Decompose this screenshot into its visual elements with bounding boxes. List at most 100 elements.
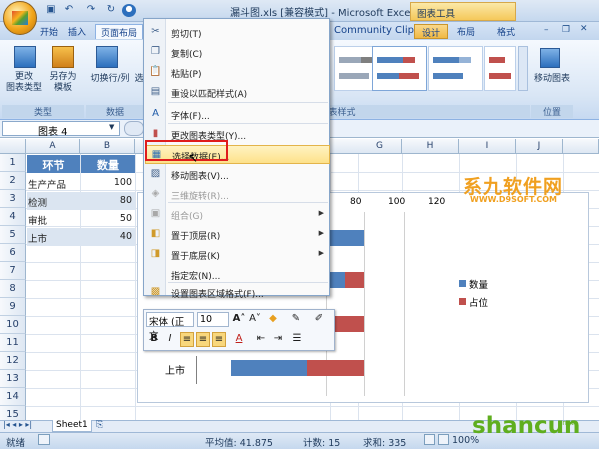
line-color-icon[interactable]: ✎ xyxy=(289,312,303,327)
switch-row-column-button[interactable]: 切换行/列 xyxy=(87,74,133,85)
fill-color-icon[interactable]: ◆ xyxy=(266,312,280,327)
col-header-h[interactable]: H xyxy=(402,139,459,154)
font-name-box[interactable]: 宋体 (正文 xyxy=(146,312,194,342)
row-header-11[interactable]: 11 xyxy=(0,334,26,352)
undo-icon[interactable]: ↶ xyxy=(62,4,76,17)
row-header-6[interactable]: 6 xyxy=(0,244,26,262)
menu-item-11[interactable]: ◨ 置于底层(K) ▶ xyxy=(145,245,330,264)
group-type-label: 类型 xyxy=(2,105,84,118)
row-header-1[interactable]: 1 xyxy=(0,154,26,172)
decrease-indent-icon[interactable]: ⇤ xyxy=(254,332,268,347)
menu-item-0[interactable]: ✂ 剪切(T) xyxy=(145,23,330,42)
col-header-a[interactable]: A xyxy=(26,139,80,154)
row-header-4[interactable]: 4 xyxy=(0,208,26,226)
row-header-7[interactable]: 7 xyxy=(0,262,26,280)
reset-style-icon: ▤ xyxy=(150,86,161,97)
font-size-box[interactable]: 10 xyxy=(197,312,229,327)
redo-icon[interactable]: ↷ xyxy=(84,4,98,17)
mouse-cursor-icon: ↖ xyxy=(188,151,199,165)
record-icon[interactable]: ● xyxy=(122,4,136,17)
increase-indent-icon[interactable]: ⇥ xyxy=(271,332,285,347)
menu-item-9[interactable]: ▣ 组合(G) ▶ xyxy=(145,205,330,224)
col-header-b[interactable]: B xyxy=(80,139,135,154)
save-icon[interactable]: ▣ xyxy=(44,4,58,17)
cell-a3[interactable]: 检测 xyxy=(28,192,80,210)
name-box[interactable]: 图表 4 xyxy=(2,121,120,138)
tab-insert[interactable]: 插入 xyxy=(68,25,86,40)
col-header-j[interactable]: J xyxy=(516,139,563,154)
col-header-g-label[interactable]: G xyxy=(358,139,402,154)
cell-b3[interactable]: 80 xyxy=(81,192,134,210)
menu-item-label: 复制(C) xyxy=(171,50,203,60)
menu-item-4[interactable]: A 字体(F)... xyxy=(145,105,330,124)
font-color-icon[interactable]: A xyxy=(232,332,246,347)
cell-b2[interactable]: 100 xyxy=(81,174,134,192)
repeat-icon[interactable]: ↻ xyxy=(104,4,118,17)
minimize-icon[interactable]: – xyxy=(544,25,549,35)
cell-b5[interactable]: 40 xyxy=(81,228,134,246)
shrink-font-icon[interactable]: A˅ xyxy=(248,312,262,327)
cell-a2[interactable]: 生产产品 xyxy=(28,174,80,192)
chart-style-thumb-4[interactable] xyxy=(484,46,516,91)
close-icon[interactable]: ✕ xyxy=(580,24,588,34)
italic-icon[interactable]: I xyxy=(163,332,177,347)
chevron-down-icon[interactable]: ▼ xyxy=(109,123,114,131)
col-header-i[interactable]: I xyxy=(459,139,516,154)
grow-font-icon[interactable]: A˄ xyxy=(232,312,246,327)
row-header-3[interactable]: 3 xyxy=(0,190,26,208)
chart-style-thumb-2[interactable] xyxy=(372,46,427,91)
row-header-12[interactable]: 12 xyxy=(0,352,26,370)
format-painter-icon[interactable]: ✐ xyxy=(312,312,326,327)
row-header-5[interactable]: 5 xyxy=(0,226,26,244)
align-right-icon[interactable]: ≡ xyxy=(212,332,226,347)
row-header-14[interactable]: 14 xyxy=(0,388,26,406)
sheet-tab-sheet1[interactable]: Sheet1 xyxy=(52,420,92,432)
cell-b4[interactable]: 50 xyxy=(81,210,134,228)
bold-icon[interactable]: B xyxy=(147,332,161,347)
chart-style-thumb-3[interactable] xyxy=(428,46,483,91)
tab-page-layout[interactable]: 页面布局 xyxy=(95,24,144,39)
align-center-icon[interactable]: ≡ xyxy=(196,332,210,347)
cell-a5[interactable]: 上市 xyxy=(28,228,80,246)
formula-insert-button[interactable] xyxy=(124,121,144,136)
move-chart-button[interactable]: 移动图表 xyxy=(531,74,573,85)
bar-检测-placeholder[interactable] xyxy=(345,272,364,288)
menu-item-13[interactable]: ▩ 设置图表区域格式(F)... xyxy=(145,283,330,302)
bar-上市-placeholder[interactable] xyxy=(307,360,364,376)
row-header-8[interactable]: 8 xyxy=(0,280,26,298)
tab-format[interactable]: 格式 xyxy=(497,25,515,40)
header-cell-count[interactable]: 数量 xyxy=(81,155,135,173)
row-header-10[interactable]: 10 xyxy=(0,316,26,334)
change-chart-type-button[interactable]: 更改 图表类型 xyxy=(3,72,45,94)
menu-item-2[interactable]: 📋 粘贴(P) xyxy=(145,63,330,82)
row-header-2[interactable]: 2 xyxy=(0,172,26,190)
tab-home[interactable]: 开始 xyxy=(40,25,58,40)
office-button[interactable] xyxy=(3,1,37,35)
select-all-corner[interactable] xyxy=(0,139,26,154)
restore-icon[interactable]: ❐ xyxy=(562,25,570,35)
styles-scroll[interactable] xyxy=(518,46,528,91)
macro-record-icon[interactable] xyxy=(38,434,50,445)
menu-separator xyxy=(168,123,328,124)
x-tick-label: 80 xyxy=(350,197,362,207)
menu-item-10[interactable]: ◧ 置于顶层(R) ▶ xyxy=(145,225,330,244)
insert-sheet-icon[interactable]: ⎘ xyxy=(96,420,103,430)
menu-item-label: 指定宏(N)... xyxy=(171,272,221,282)
menu-item-7[interactable]: ▨ 移动图表(V)... xyxy=(145,165,330,184)
row-header-9[interactable]: 9 xyxy=(0,298,26,316)
menu-item-1[interactable]: ❐ 复制(C) xyxy=(145,43,330,62)
cell-a4[interactable]: 审批 xyxy=(28,210,80,228)
col-header-k[interactable] xyxy=(563,139,599,154)
move-chart-icon: ▨ xyxy=(150,168,161,179)
tab-layout[interactable]: 布局 xyxy=(457,25,475,40)
tab-design[interactable]: 设计 xyxy=(414,24,449,39)
menu-item-3[interactable]: ▤ 重设以匹配样式(A) xyxy=(145,83,330,102)
align-left-icon[interactable]: ≡ xyxy=(180,332,194,347)
bar-上市-count[interactable] xyxy=(231,360,307,376)
save-as-template-button[interactable]: 另存为 模板 xyxy=(45,72,81,94)
tab-community-clips[interactable]: Community Clips xyxy=(334,25,419,40)
row-header-13[interactable]: 13 xyxy=(0,370,26,388)
header-cell-stage[interactable]: 环节 xyxy=(27,155,80,173)
sheet-nav-icons[interactable]: |◂ ◂ ▸ ▸| xyxy=(3,420,32,429)
bullets-icon[interactable]: ☰ xyxy=(290,332,304,347)
